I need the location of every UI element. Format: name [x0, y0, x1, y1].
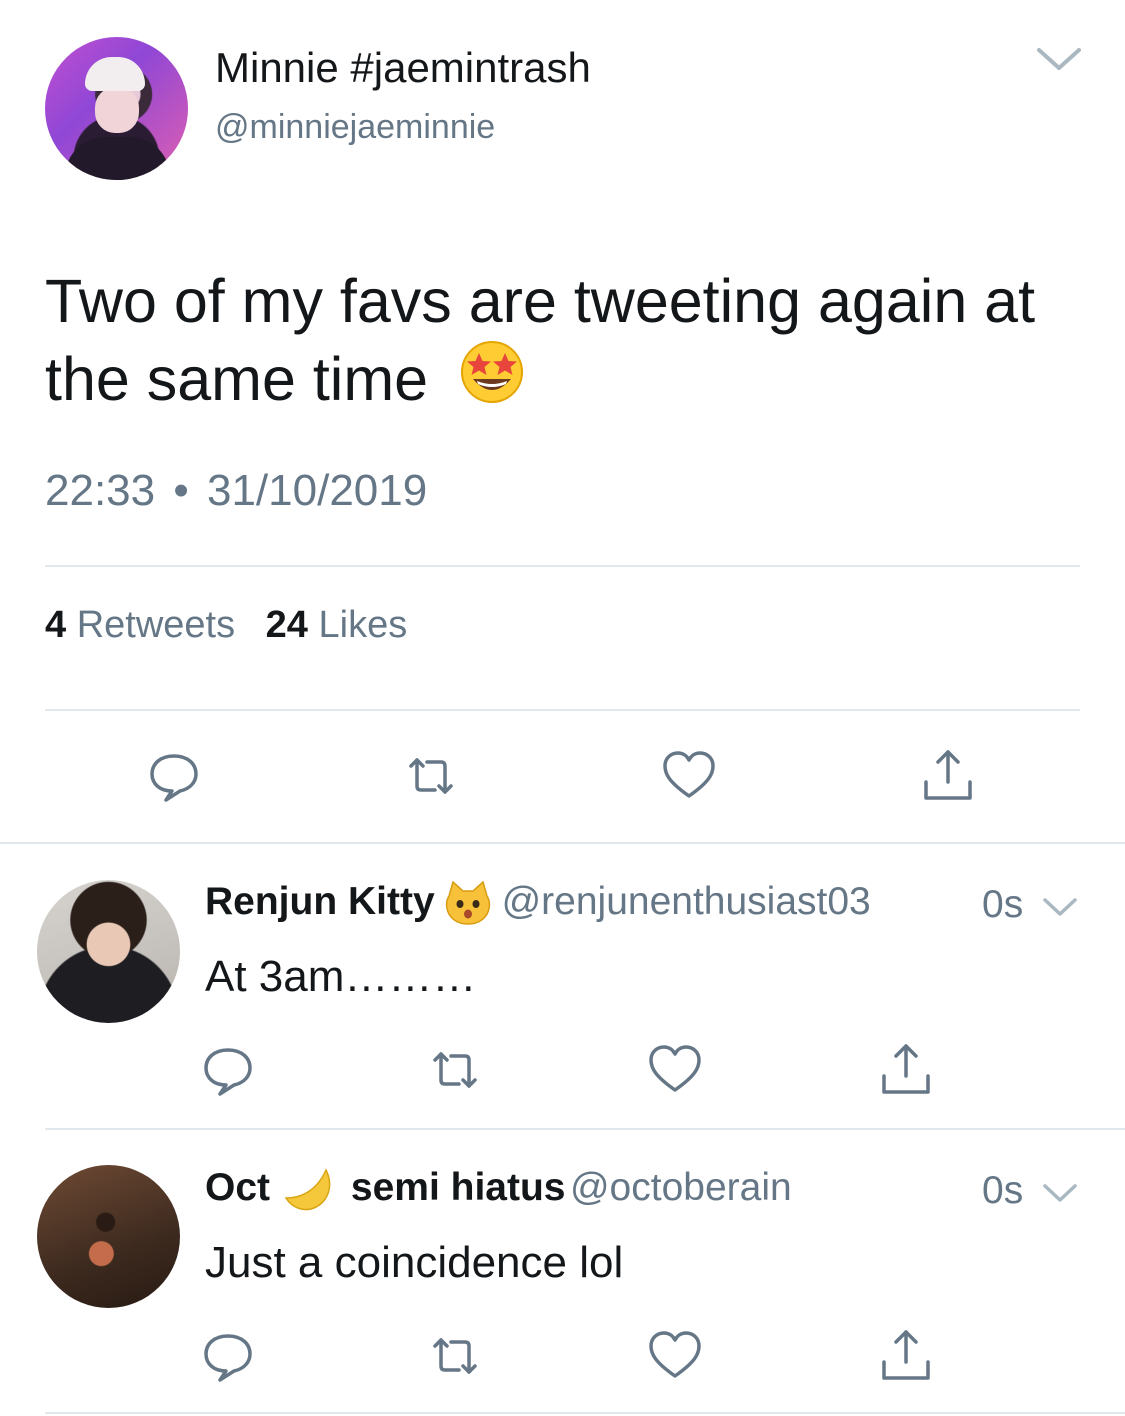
like-icon[interactable] [645, 1326, 705, 1386]
author-display-name[interactable]: Minnie #jaemintrash [215, 44, 591, 92]
retweets-label: Retweets [76, 604, 236, 646]
tweet-date: 31/10/2019 [206, 466, 428, 515]
author-handle[interactable]: @minniejaeminnie [215, 108, 495, 147]
reply-time: 0s [982, 1169, 1024, 1212]
star-struck-emoji-icon [445, 340, 525, 423]
tweet-timestamp: 22:33 • 31/10/2019 [45, 466, 427, 516]
retweet-icon[interactable] [425, 1040, 485, 1100]
reply-author-name-part2[interactable]: semi hiatus [351, 1166, 566, 1209]
tweet-text-line-2: the same time [45, 340, 1095, 423]
reply-header: Renjun Kitty @renjunenthusiast03 [205, 880, 871, 933]
reply-text: At 3am……… [205, 952, 477, 1001]
divider [45, 709, 1080, 711]
tweet-time: 22:33 [45, 466, 156, 515]
reply-author-handle[interactable]: @renjunenthusiast03 [502, 880, 871, 923]
likes-label: Likes [318, 604, 408, 646]
divider [45, 565, 1080, 567]
reply-author-avatar[interactable] [37, 1165, 180, 1308]
reply-icon[interactable] [198, 1326, 258, 1386]
reply-author-handle[interactable]: @octoberain [570, 1166, 792, 1209]
chevron-down-icon[interactable] [1042, 896, 1078, 918]
retweets-stat[interactable]: 4 Retweets [45, 604, 246, 646]
timestamp-separator: • [173, 466, 189, 515]
retweets-count: 4 [45, 604, 67, 646]
cat-face-emoji-icon [439, 880, 497, 933]
reply-header: Oct semi hiatus @octoberain [205, 1166, 792, 1219]
share-icon[interactable] [876, 1040, 936, 1100]
retweet-icon[interactable] [425, 1326, 485, 1386]
reply-author-name-part1[interactable]: Oct [205, 1166, 270, 1209]
tweet-stats: 4 Retweets 24 Likes [45, 604, 407, 647]
share-icon[interactable] [876, 1326, 936, 1386]
reply-text: Just a coincidence lol [205, 1238, 624, 1287]
avatar-face [95, 87, 139, 133]
avatar-figure [65, 137, 170, 180]
reply-author-avatar[interactable] [37, 880, 180, 1023]
reply-time: 0s [982, 883, 1024, 926]
likes-stat[interactable]: 24 Likes [266, 604, 408, 646]
divider [45, 1412, 1125, 1414]
divider [0, 842, 1125, 844]
reply-author-name[interactable]: Renjun Kitty [205, 880, 435, 923]
avatar-cap [85, 57, 145, 91]
like-icon[interactable] [659, 746, 719, 806]
tweet-text: Two of my favs are tweeting again at the… [45, 262, 1095, 423]
tweet-text-line-2-text: the same time [45, 345, 429, 413]
reply-icon[interactable] [144, 746, 204, 806]
chevron-down-icon[interactable] [1042, 1182, 1078, 1204]
like-icon[interactable] [645, 1040, 705, 1100]
retweet-icon[interactable] [401, 746, 461, 806]
tweet-text-line-1: Two of my favs are tweeting again at [45, 267, 1036, 335]
likes-count: 24 [265, 604, 308, 646]
chevron-down-icon[interactable] [1035, 44, 1083, 74]
crescent-moon-emoji-icon [274, 1168, 346, 1219]
author-avatar[interactable] [45, 37, 188, 180]
divider [45, 1128, 1125, 1130]
share-icon[interactable] [918, 746, 978, 806]
reply-icon[interactable] [198, 1040, 258, 1100]
